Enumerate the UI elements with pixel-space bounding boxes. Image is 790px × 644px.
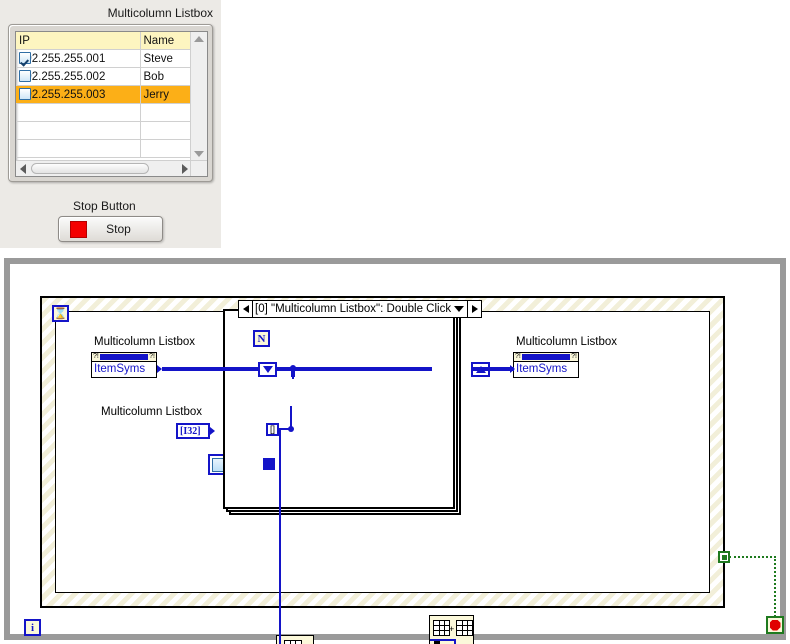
cell-ip-text: 192.255.255.003: [19, 88, 106, 101]
wire-tunnel-to-indicator[interactable]: [488, 367, 514, 371]
refnum-glyph-right: ?!: [149, 353, 155, 361]
loop-stop-terminal[interactable]: [766, 616, 784, 634]
cell-ip-text: 192.255.255.002: [19, 70, 106, 83]
cell-ip[interactable]: [16, 121, 141, 140]
table-row-empty[interactable]: [16, 103, 192, 122]
cell-ip-text: 192.255.255.001: [19, 52, 106, 65]
cell-ip[interactable]: 192.255.255.003: [16, 85, 141, 104]
event-index-tunnel[interactable]: []: [266, 423, 279, 436]
array-grid-icon-result: [456, 620, 473, 636]
chevron-right-icon: [471, 305, 478, 313]
control-label-itemsyms-in: Multicolumn Listbox: [94, 336, 195, 348]
array-grid-icon-source: [433, 620, 450, 636]
stop-led-icon: [70, 220, 87, 238]
cell-ip[interactable]: [16, 103, 141, 122]
cell-ip[interactable]: [16, 139, 141, 158]
wire-array-main[interactable]: [275, 367, 432, 371]
refnum-glyph-left: ?!: [93, 353, 99, 361]
scroll-down-icon[interactable]: [194, 151, 204, 157]
tunnel-dot-icon: [721, 554, 727, 560]
refnum-blue-bar: [99, 354, 149, 360]
labview-window: Multicolumn Listbox IP Name 192.255.255.…: [0, 0, 790, 644]
wire-itemsyms-to-tunnel[interactable]: [162, 367, 260, 371]
cell-name[interactable]: Jerry: [140, 85, 192, 104]
table-row-empty[interactable]: [16, 139, 192, 158]
next-case-button[interactable]: [467, 301, 481, 317]
refnum-glyph-left: ?!: [515, 353, 521, 361]
table-row[interactable]: 192.255.255.002 Bob: [16, 67, 192, 86]
scroll-up-icon[interactable]: [194, 36, 204, 42]
cell-name[interactable]: [140, 103, 192, 122]
stop-button[interactable]: Stop: [58, 216, 163, 242]
table-row-empty[interactable]: [16, 121, 192, 140]
scrollbar-thumb[interactable]: [31, 163, 149, 174]
timeout-terminal[interactable]: ⌛: [52, 305, 69, 322]
array-constant-i32[interactable]: [I32]: [176, 423, 210, 439]
checkbox-icon[interactable]: [19, 52, 31, 64]
table-row-selected[interactable]: 192.255.255.003 Jerry: [16, 85, 192, 104]
listbox-horizontal-scrollbar[interactable]: [16, 160, 192, 176]
stop-button-label: Stop: [106, 222, 131, 236]
listbox-table[interactable]: IP Name 192.255.255.001 Steve 192.255.25…: [16, 32, 192, 158]
property-node-terminal-in[interactable]: ?! ?! ItemSyms: [91, 352, 157, 378]
refnum-blue-bar: [521, 354, 571, 360]
front-panel: Multicolumn Listbox IP Name 192.255.255.…: [0, 0, 221, 248]
scroll-left-icon[interactable]: [20, 164, 26, 174]
tunnel-arrow-icon: [262, 366, 273, 373]
property-node-terminal-out[interactable]: ?! ?! ItemSyms: [513, 352, 579, 378]
wire-tunnel-index-down[interactable]: [279, 429, 281, 644]
column-header-name[interactable]: Name: [140, 32, 192, 50]
wire-to-replace-index[interactable]: [430, 639, 456, 641]
prev-case-button[interactable]: [239, 301, 253, 317]
cell-name[interactable]: [140, 139, 192, 158]
event-node-terminal-n[interactable]: N: [253, 330, 270, 347]
listbox-vertical-scrollbar[interactable]: [190, 32, 207, 161]
property-name-itemsyms-out: ItemSyms: [516, 363, 568, 375]
array-bracket-icon: []: [269, 424, 275, 434]
scrollbar-corner: [190, 160, 207, 176]
hourglass-icon: ⌛: [53, 308, 68, 320]
checkbox-icon[interactable]: [19, 88, 31, 100]
stop-sign-icon: [769, 619, 781, 631]
event-boolean-tunnel[interactable]: [263, 458, 275, 470]
case-dropdown-button[interactable]: [451, 306, 467, 312]
cell-name[interactable]: Steve: [140, 49, 192, 68]
control-label-itemsyms-out: Multicolumn Listbox: [516, 336, 617, 348]
event-case-title: [0] "Multicolumn Listbox": Double Click: [255, 303, 451, 315]
wire-index-array-top[interactable]: [292, 374, 294, 379]
control-label-array-const: Multicolumn Listbox: [101, 406, 202, 418]
checkbox-icon[interactable]: [19, 70, 31, 82]
event-case-selector[interactable]: [0] "Multicolumn Listbox": Double Click: [238, 300, 482, 318]
refnum-bar: ?! ?!: [514, 353, 578, 362]
listbox-caption: Multicolumn Listbox: [107, 6, 213, 20]
listbox-header-row: IP Name: [16, 32, 192, 50]
listbox-viewport[interactable]: IP Name 192.255.255.001 Steve 192.255.25…: [15, 31, 208, 177]
chevron-down-icon: [454, 306, 464, 312]
array-grid-icon: [284, 640, 302, 644]
block-diagram-window: ⌛ Multicolumn Listbox ?! ?! ItemSyms Mul…: [4, 258, 786, 644]
plus-icon: +: [449, 624, 455, 634]
index-array-node[interactable]: [276, 635, 314, 644]
refnum-glyph-right: ?!: [571, 353, 577, 361]
wire-boolean-loop-cond-h[interactable]: [729, 556, 776, 558]
refnum-bar: ?! ?!: [92, 353, 156, 362]
while-loop-iteration-terminal[interactable]: i: [24, 619, 41, 636]
column-header-ip[interactable]: IP: [16, 32, 141, 50]
block-diagram-canvas[interactable]: ⌛ Multicolumn Listbox ?! ?! ItemSyms Mul…: [10, 264, 784, 644]
cell-ip[interactable]: 192.255.255.001: [16, 49, 141, 68]
cell-ip[interactable]: 192.255.255.002: [16, 67, 141, 86]
scroll-right-icon[interactable]: [182, 164, 188, 174]
cell-name[interactable]: Bob: [140, 67, 192, 86]
multicolumn-listbox[interactable]: IP Name 192.255.255.001 Steve 192.255.25…: [8, 24, 213, 182]
wire-boolean-loop-cond-v[interactable]: [774, 556, 776, 617]
cell-name[interactable]: [140, 121, 192, 140]
stop-button-caption: Stop Button: [73, 199, 136, 213]
table-row[interactable]: 192.255.255.001 Steve: [16, 49, 192, 68]
property-name-itemsyms: ItemSyms: [94, 363, 146, 375]
array-constant-label: [I32]: [180, 425, 201, 437]
terminal-out-arrow-2: [210, 427, 215, 435]
wire-index-up[interactable]: [290, 406, 292, 428]
chevron-left-icon: [242, 305, 249, 313]
